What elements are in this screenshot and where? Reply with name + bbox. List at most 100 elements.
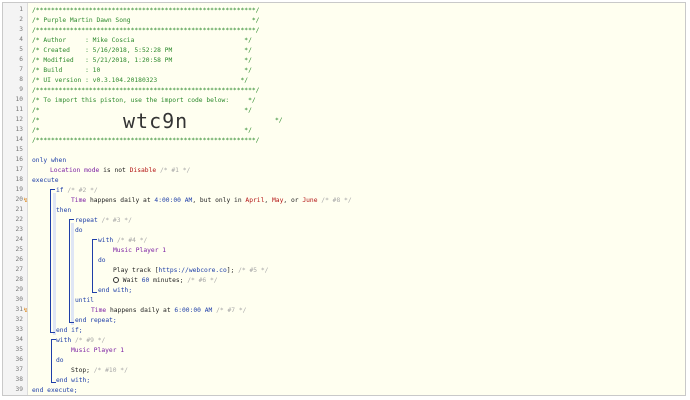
line-number: 6: [19, 56, 23, 63]
with-statement[interactable]: with /* #9 */: [56, 336, 105, 346]
track-url: https://webcore.co: [158, 267, 227, 274]
line-number: 27: [15, 266, 23, 273]
with-text: with: [98, 237, 114, 244]
play-track-task[interactable]: Play track [https://webcore.co]; /* #5 *…: [113, 266, 268, 276]
end-with-text: end with;: [98, 287, 133, 294]
device-music-player[interactable]: Music Player 1: [71, 346, 124, 356]
line-number: 4: [19, 36, 23, 43]
line-number: 1: [19, 6, 23, 13]
execute-keyword[interactable]: execute: [32, 176, 59, 186]
piston-code-view: 1 2 3 4 5 6 7 8 9 10 11 12 13 14 15 16 1…: [2, 2, 686, 396]
repeat-block-bracket: [69, 219, 70, 322]
end-with-keyword[interactable]: end with;: [56, 376, 90, 386]
line-number: 19: [15, 186, 23, 193]
line-number: 37: [15, 366, 23, 373]
do-text: do: [56, 357, 64, 364]
month-value: June: [302, 197, 318, 204]
bracket-bottom: [92, 292, 97, 293]
if-statement[interactable]: if /* #2 */: [56, 186, 98, 196]
statement-id-comment: /* #7 */: [212, 307, 247, 314]
header-code-prefix: /*: [32, 117, 40, 124]
line-number: 8: [19, 76, 23, 83]
do-text: do: [75, 227, 83, 234]
do-keyword[interactable]: do: [98, 256, 106, 266]
device-name: Music Player 1: [113, 247, 167, 254]
lightning-flag-icon: ↯: [23, 197, 29, 204]
end-with-keyword[interactable]: end with;: [98, 286, 132, 296]
do-text: do: [98, 257, 106, 264]
statement-id-comment: /* #8 */: [317, 197, 352, 204]
line-number: 18: [15, 176, 23, 183]
statement-id-comment: /* #5 */: [234, 267, 269, 274]
end-repeat-keyword[interactable]: end repeat;: [75, 316, 117, 326]
end-execute-keyword[interactable]: end execute;: [32, 386, 78, 395]
line-number: 3: [19, 26, 23, 33]
line-number: 14: [15, 136, 23, 143]
line-number: 26: [15, 256, 23, 263]
header-build: /* Build : 10 */: [32, 67, 252, 74]
month-value: May: [271, 197, 284, 204]
bracket-top: [92, 239, 97, 240]
statement-id-comment: /* #9 */: [71, 337, 106, 344]
execute-text: execute: [32, 177, 59, 184]
header-border: /***************************************…: [32, 137, 260, 144]
line-number: 29: [15, 286, 23, 293]
condition-subject: Location mode: [50, 167, 100, 174]
only-when-keyword[interactable]: only when: [32, 156, 66, 166]
line-number: 38: [15, 376, 23, 383]
line-number: 12: [15, 116, 23, 123]
end-repeat-text: end repeat;: [75, 317, 117, 324]
task-text: Play track [: [113, 267, 159, 274]
stop-task[interactable]: Stop; /* #10 */: [71, 366, 128, 376]
device-name: Music Player 1: [71, 347, 125, 354]
with-statement[interactable]: with /* #4 */: [98, 236, 147, 246]
with-text: with: [56, 337, 72, 344]
trigger-time-value: 4:00:00 AM: [154, 197, 193, 204]
condition-location-mode[interactable]: Location mode is not Disable /* #1 */: [50, 166, 190, 176]
trigger-subject: Time: [91, 307, 107, 314]
line-number: 23: [15, 226, 23, 233]
line-number: 33: [15, 326, 23, 333]
header-ui-version: /* UI version : v0.3.104.20180323 */: [32, 77, 249, 84]
wait-task[interactable]: Wait 60 minutes; /* #6 */: [113, 276, 218, 286]
trigger-operator: happens daily at: [86, 197, 155, 204]
then-keyword[interactable]: then: [56, 206, 71, 216]
line-number: 13: [15, 126, 23, 133]
line-number: 9: [19, 86, 23, 93]
line-number: 39: [15, 386, 23, 393]
end-if-keyword[interactable]: end if;: [56, 326, 83, 336]
line-number: 35: [15, 346, 23, 353]
trigger-time-value: 6:00:00 AM: [174, 307, 213, 314]
line-number: 20: [15, 196, 23, 203]
bracket-bottom: [50, 332, 55, 333]
only-when-text: only when: [32, 157, 67, 164]
do-keyword[interactable]: do: [75, 226, 83, 236]
line-number: 28: [15, 276, 23, 283]
line-number: 22: [15, 216, 23, 223]
statement-id-comment: /* #4 */: [113, 237, 148, 244]
until-keyword[interactable]: until: [75, 296, 94, 306]
line-number: 15: [15, 146, 23, 153]
statement-id-comment: /* #3 */: [97, 217, 132, 224]
header-created: /* Created : 5/16/2018, 5:52:28 PM */: [32, 47, 252, 54]
bracket-bottom: [69, 322, 74, 323]
do-keyword[interactable]: do: [56, 356, 64, 366]
trigger-time-happens-daily[interactable]: Time happens daily at 6:00:00 AM /* #7 *…: [91, 306, 246, 316]
with-block-bracket: [92, 239, 93, 292]
trigger-operator: happens daily at: [106, 307, 175, 314]
header-author: /* Author : Mike Coscia */: [32, 37, 252, 44]
line-number: 32: [15, 316, 23, 323]
line-number: 5: [19, 46, 23, 53]
line-number: 24: [15, 236, 23, 243]
repeat-statement[interactable]: repeat /* #3 */: [75, 216, 132, 226]
line-number: 10: [15, 96, 23, 103]
device-music-player[interactable]: Music Player 1: [113, 246, 166, 256]
header-border: /***************************************…: [32, 87, 260, 94]
line-number: 17: [15, 166, 23, 173]
trigger-time-happens-daily[interactable]: Time happens daily at 4:00:00 AM, but on…: [71, 196, 352, 206]
line-number: 21: [15, 206, 23, 213]
header-border: /***************************************…: [32, 7, 260, 14]
trigger-restriction-text: , but only in: [192, 197, 246, 204]
header-blank: /* */: [32, 127, 252, 134]
statement-id-comment: /* #10 */: [89, 367, 128, 374]
